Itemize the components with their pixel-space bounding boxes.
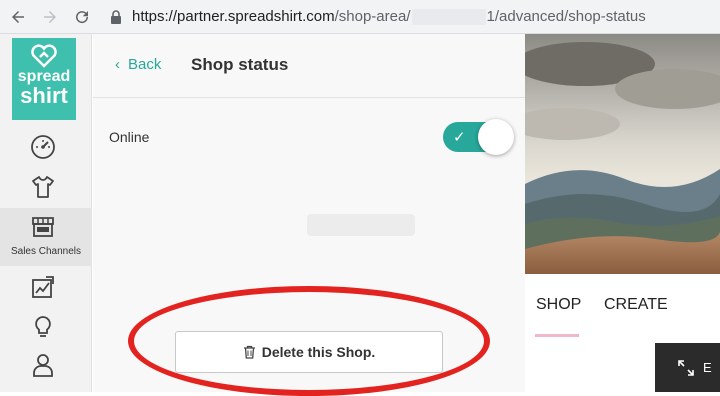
back-label: Back	[128, 56, 162, 73]
address-bar[interactable]: https://partner.spreadshirt.com/shop-are…	[110, 2, 714, 31]
storefront-icon	[28, 212, 58, 242]
spreadshirt-logo[interactable]: spread shirt	[12, 38, 76, 120]
url-path-part1: /shop-area/	[334, 8, 411, 25]
page-title: Shop status	[191, 55, 289, 74]
loading-placeholder	[307, 214, 415, 236]
expand-arrows-icon	[678, 359, 694, 376]
heart-logo-icon	[31, 44, 57, 68]
sidebar-item-label: Sales Channels	[10, 246, 82, 257]
forward-arrow-icon[interactable]	[36, 3, 64, 31]
tab-shop[interactable]: SHOP	[536, 296, 581, 314]
expand-label: E	[703, 360, 712, 375]
sidebar: spread shirt Sales Channels	[0, 34, 92, 392]
url-redaction	[411, 8, 486, 25]
trash-icon	[243, 345, 255, 359]
browser-toolbar: https://partner.spreadshirt.com/shop-are…	[0, 0, 720, 34]
url-host: https://partner.spreadshirt.com	[132, 8, 335, 25]
expand-preview-button[interactable]: E	[655, 343, 720, 392]
landscape-banner-image	[525, 34, 720, 274]
delete-shop-label: Delete this Shop.	[261, 344, 376, 360]
logo-text-line2: shirt	[20, 83, 68, 108]
checkmark-icon: ✓	[453, 129, 466, 146]
active-tab-indicator	[535, 334, 579, 337]
analytics-chart-icon[interactable]	[28, 272, 58, 302]
dashboard-gauge-icon[interactable]	[28, 132, 58, 162]
lightbulb-icon[interactable]	[28, 312, 58, 342]
reload-icon[interactable]	[68, 3, 96, 31]
online-toggle[interactable]: ✓	[443, 119, 514, 155]
online-label: Online	[109, 129, 150, 145]
preview-tabs: SHOP CREATE	[525, 274, 720, 337]
tshirt-icon[interactable]	[28, 172, 58, 202]
shop-preview: SHOP CREATE E	[525, 34, 720, 392]
user-profile-icon[interactable]	[28, 350, 58, 380]
tab-create[interactable]: CREATE	[604, 296, 668, 314]
shop-status-panel: ‹ Back Shop status Online ✓ Delete this …	[93, 34, 525, 392]
url-path-part2: 1/advanced/shop-status	[486, 8, 646, 25]
back-arrow-icon[interactable]	[4, 3, 32, 31]
delete-shop-button[interactable]: Delete this Shop.	[175, 331, 443, 373]
panel-header: ‹ Back Shop status	[93, 34, 525, 98]
lock-icon	[111, 9, 121, 24]
toggle-knob	[478, 119, 514, 155]
chevron-left-icon: ‹	[115, 56, 120, 73]
back-button[interactable]: ‹ Back	[115, 56, 161, 73]
